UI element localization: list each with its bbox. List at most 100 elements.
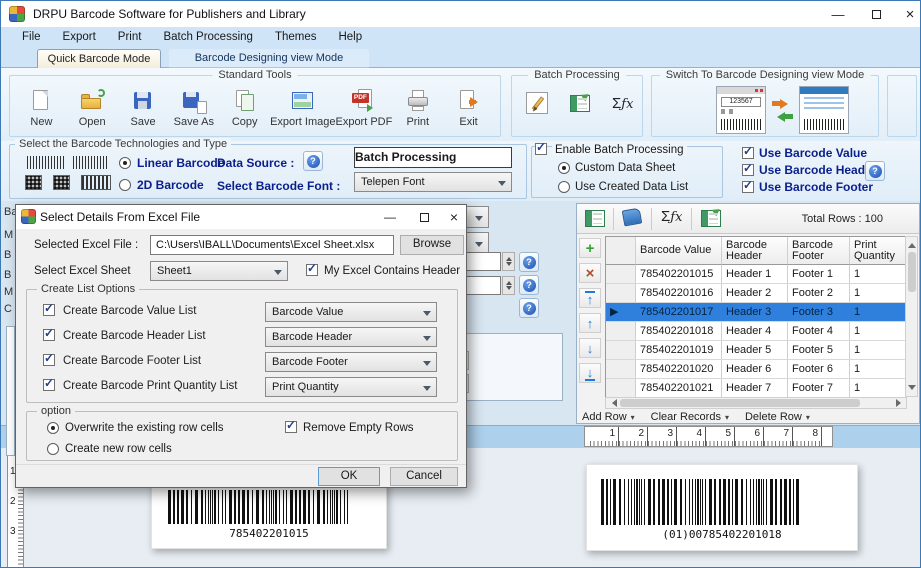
2d-barcode-radio[interactable] (119, 179, 131, 191)
minimize-button[interactable]: — (825, 4, 851, 24)
create-barcode-value-list-checkbox[interactable]: ✓ (43, 301, 55, 316)
remove-empty-rows-checkbox[interactable]: ✓ (285, 418, 297, 433)
toolbar-exit-button[interactable]: Exit (443, 88, 494, 128)
scroll-thumb[interactable] (620, 399, 860, 407)
spinner-2[interactable] (502, 276, 515, 295)
tab-barcode-designing-view-mode[interactable]: Barcode Designing view Mode (169, 49, 369, 68)
menu-themes[interactable]: Themes (264, 31, 328, 43)
table-row[interactable]: 785402201018 Header 4 Footer 41 (606, 322, 908, 341)
ok-button[interactable]: OK (318, 467, 380, 486)
column-header-print-quantity[interactable]: Print Quantity (850, 237, 908, 265)
toolbar-exportimage-button[interactable]: Export Image (270, 88, 335, 128)
formula-icon[interactable]: Σƒx (612, 95, 633, 112)
question-icon: ? (306, 154, 320, 168)
batch-processing-button[interactable]: Batch Processing (354, 147, 512, 168)
menu-print[interactable]: Print (107, 31, 153, 43)
select-value: Barcode Value (272, 306, 344, 318)
dialog-maximize-button[interactable] (412, 207, 436, 227)
toolbar-print-button[interactable]: Print (392, 88, 443, 128)
chevron-down-icon (423, 386, 431, 395)
create-barcode-print-quantity-list-checkbox[interactable]: ✓ (43, 376, 55, 391)
excel-file-input[interactable] (150, 235, 394, 255)
enable-batch-checkbox[interactable]: ✓ (535, 140, 547, 155)
move-bottom-button[interactable]: ↓ (579, 363, 601, 383)
select-value: Barcode Header (272, 331, 353, 343)
browse-button[interactable]: Browse (400, 235, 464, 255)
column-header-barcode-footer[interactable]: Barcode Footer (788, 237, 850, 265)
delete-row-button[interactable]: Delete Row ▾ (742, 410, 813, 424)
toolbar-exportpdf-button[interactable]: PDF Export PDF (335, 88, 392, 128)
scroll-thumb[interactable] (908, 252, 916, 292)
dialog-close-button[interactable]: × (442, 207, 466, 227)
toolbar-saveas-button[interactable]: Save As (168, 88, 219, 128)
menu-batch-processing[interactable]: Batch Processing (152, 31, 264, 43)
menu-file[interactable]: File (11, 31, 52, 43)
data-source-help-button[interactable]: ? (303, 151, 323, 171)
vertical-scrollbar[interactable] (905, 236, 918, 397)
dialog-minimize-button[interactable]: — (378, 207, 402, 227)
menu-export[interactable]: Export (52, 31, 107, 43)
help-button-3[interactable]: ? (519, 298, 539, 318)
column-header-barcode-header[interactable]: Barcode Header (722, 237, 788, 265)
scroll-right-icon[interactable] (894, 398, 906, 408)
use-barcode-value-checkbox[interactable]: ✓ (742, 144, 754, 159)
help-button-1[interactable]: ? (519, 252, 539, 272)
linear-barcode-radio[interactable] (119, 157, 131, 169)
ruler-tick: 6 (735, 427, 764, 446)
copy-book-icon[interactable] (621, 207, 643, 227)
toolbar-new-button[interactable]: New (16, 88, 67, 128)
add-row-button[interactable]: + (579, 238, 601, 258)
column-header-barcode-value[interactable]: Barcode Value (636, 237, 722, 265)
switch-mode-button[interactable]: 123567 (716, 86, 849, 134)
barcode-bars (601, 479, 841, 525)
table-row[interactable]: 785402201016 Header 2 Footer 21 (606, 284, 908, 303)
delete-row-button[interactable]: × (579, 263, 601, 283)
toolbar-copy-button[interactable]: Copy (219, 88, 270, 128)
table-row[interactable]: 785402201019 Header 5 Footer 51 (606, 341, 908, 360)
create-barcode-footer-list-checkbox[interactable]: ✓ (43, 351, 55, 366)
scroll-left-icon[interactable] (606, 398, 618, 408)
barcode-font-select[interactable]: Telepen Font (354, 172, 512, 192)
arrow-up-icon: ↑ (586, 315, 594, 331)
create-barcode-header-list-checkbox[interactable]: ✓ (43, 326, 55, 341)
use-barcode-footer-checkbox[interactable]: ✓ (742, 178, 754, 193)
maximize-button[interactable] (863, 4, 889, 24)
excel-export-icon[interactable] (701, 203, 726, 227)
menu-help[interactable]: Help (327, 31, 373, 43)
horizontal-scrollbar[interactable] (605, 397, 907, 409)
contains-header-checkbox[interactable]: ✓ (306, 261, 318, 276)
add-row-button[interactable]: Add Row ▾ (579, 410, 638, 424)
excel-sheet-select[interactable]: Sheet1 (150, 261, 288, 281)
edit-data-sheet-icon[interactable] (526, 92, 548, 114)
cancel-button[interactable]: Cancel (390, 467, 458, 486)
table-row[interactable]: 785402201021 Header 7 Footer 71 (606, 379, 908, 398)
move-up-button[interactable]: ↑ (579, 313, 601, 333)
print-quantity-select[interactable]: Print Quantity (265, 377, 437, 397)
table-row[interactable]: ▶ 785402201017 Header 3 Footer 31 (606, 303, 908, 322)
help-button-2[interactable]: ? (519, 275, 539, 295)
barcode-footer-select[interactable]: Barcode Footer (265, 352, 437, 372)
table-row[interactable]: 785402201020 Header 6 Footer 61 (606, 360, 908, 379)
use-barcode-header-checkbox[interactable]: ✓ (742, 161, 754, 176)
formula-icon[interactable]: Σƒx (661, 208, 682, 225)
table-row[interactable]: 785402201015 Header 1 Footer 11 (606, 265, 908, 284)
move-top-button[interactable]: ↑ (579, 288, 601, 308)
scroll-down-icon[interactable] (906, 383, 917, 396)
clear-records-button[interactable]: Clear Records ▾ (648, 410, 732, 424)
spinner-1[interactable] (502, 252, 515, 271)
tab-quick-barcode-mode[interactable]: Quick Barcode Mode (37, 49, 161, 68)
overwrite-rows-radio[interactable] (47, 422, 59, 434)
custom-data-sheet-radio[interactable] (558, 162, 570, 174)
close-button[interactable]: × (897, 4, 920, 24)
use-created-list-radio[interactable] (558, 181, 570, 193)
create-new-rows-radio[interactable] (47, 443, 59, 455)
excel-import-icon[interactable] (570, 88, 595, 112)
scroll-up-icon[interactable] (906, 237, 917, 250)
barcode-header-select[interactable]: Barcode Header (265, 327, 437, 347)
toolbar-open-button[interactable]: Open (67, 88, 118, 128)
batch-help-button[interactable]: ? (865, 161, 885, 181)
data-sheet-icon[interactable] (585, 210, 605, 227)
toolbar-save-button[interactable]: Save (118, 88, 169, 128)
move-down-button[interactable]: ↓ (579, 338, 601, 358)
barcode-value-select[interactable]: Barcode Value (265, 302, 437, 322)
